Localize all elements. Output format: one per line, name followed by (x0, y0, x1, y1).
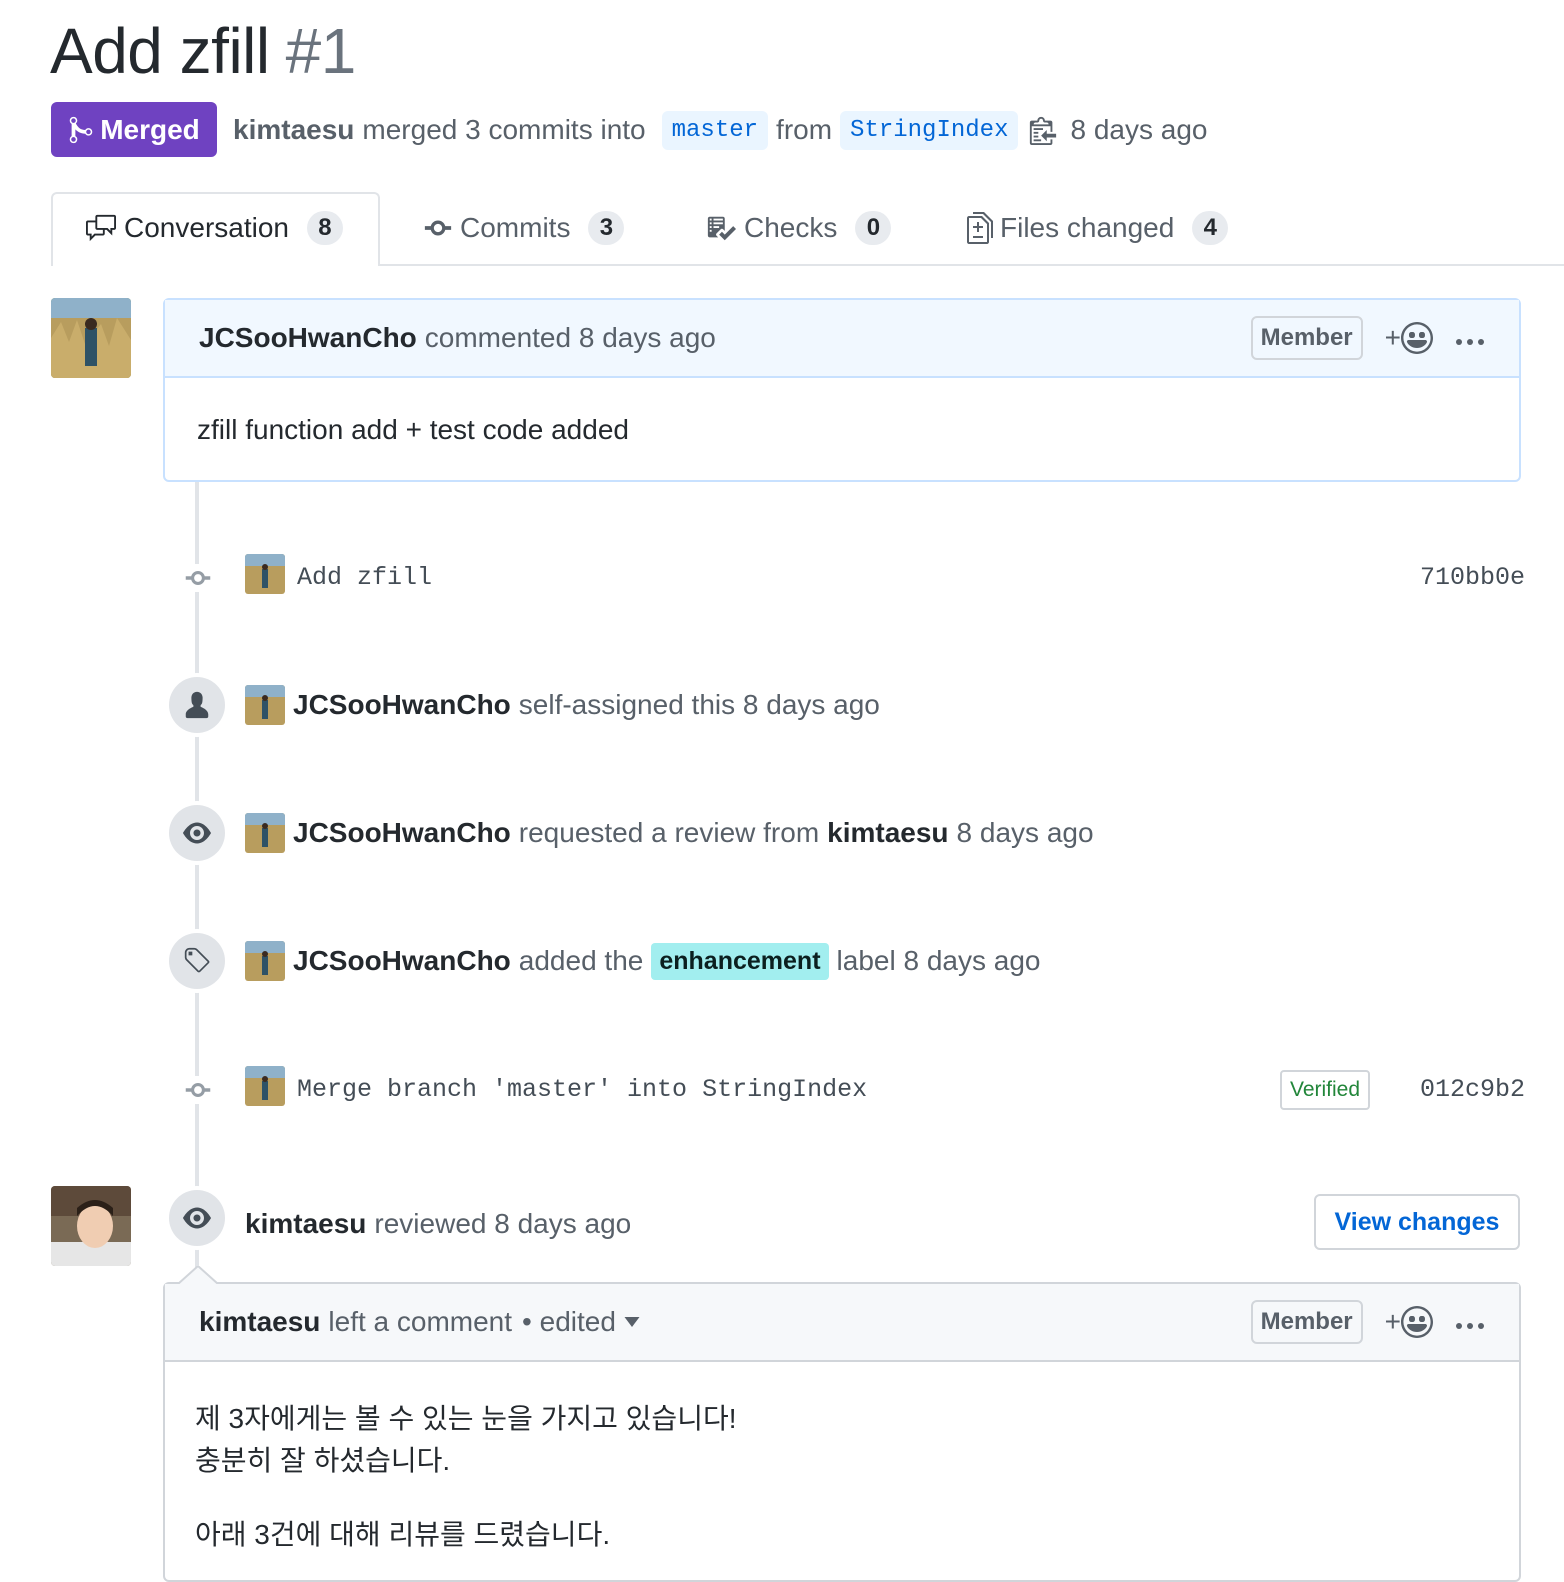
event-actor[interactable]: JCSooHwanCho (293, 689, 511, 721)
plus-sign: + (1384, 1306, 1401, 1337)
verified-badge[interactable]: Verified (1280, 1070, 1371, 1110)
assign-event: JCSooHwanCho self-assigned this 8 days a… (293, 686, 880, 724)
avatar-jcsoohwancho[interactable] (245, 1066, 285, 1106)
member-badge: Member (1250, 1300, 1363, 1344)
tab-commits-label: Commits (460, 212, 571, 243)
review-comment: kimtaesu left a comment • edited Member … (163, 1282, 1521, 1582)
plus-sign: + (1384, 322, 1401, 353)
body-line: 제 3자에게는 볼 수 있는 눈을 가지고 있습니다! (195, 1403, 737, 1434)
review-request-event: JCSooHwanCho requested a review from kim… (293, 814, 1094, 852)
page-title: Add zfill #1 (50, 14, 356, 88)
label-enhancement[interactable]: enhancement (651, 942, 829, 980)
event-actor[interactable]: JCSooHwanCho (293, 945, 511, 977)
tab-files-label: Files changed (1000, 212, 1175, 243)
avatar-jcsoohwancho[interactable] (51, 298, 131, 378)
commit-message-link[interactable]: Add zfill (297, 563, 432, 592)
event-time: 8 days ago (956, 817, 1094, 848)
tag-icon (169, 933, 225, 989)
base-branch[interactable]: master (661, 110, 769, 150)
git-commit-icon (184, 564, 212, 592)
avatar-jcsoohwancho[interactable] (245, 941, 285, 981)
member-badge: Member (1250, 316, 1363, 360)
tab-conversation-count: 8 (306, 211, 343, 245)
comment-author[interactable]: JCSooHwanCho (199, 322, 417, 354)
comment-action: commented 8 days ago (424, 322, 716, 353)
comment-header: kimtaesu left a comment • edited Member … (165, 1284, 1519, 1362)
event-text: added the (518, 945, 644, 976)
review-event: kimtaesu reviewed 8 days ago (245, 1205, 631, 1243)
git-merge-icon (69, 116, 93, 143)
person-icon (169, 677, 225, 733)
kebab-horizontal-icon[interactable] (1455, 1306, 1485, 1338)
head-branch[interactable]: StringIndex (840, 110, 1019, 150)
event-actor[interactable]: JCSooHwanCho (293, 817, 511, 849)
kebab-horizontal-icon[interactable] (1455, 322, 1485, 354)
tab-commits[interactable]: Commits 3 (422, 192, 625, 264)
smiley-icon (1401, 322, 1433, 354)
body-line: 충분히 잘 하셨습니다. (195, 1445, 451, 1476)
comment-body: 제 3자에게는 볼 수 있는 눈을 가지고 있습니다! 충분히 잘 하셨습니다.… (165, 1362, 1519, 1556)
body-line: 아래 3건에 대해 리뷰를 드렸습니다. (195, 1519, 611, 1550)
edited-dropdown[interactable]: • edited (522, 1306, 616, 1338)
avatar-kimtaesu[interactable] (51, 1186, 131, 1266)
comment-header: JCSooHwanCho commented 8 days ago Member… (165, 300, 1519, 378)
commit-sha-link[interactable]: 710bb0e (1420, 563, 1525, 592)
merge-author-link[interactable]: kimtaesu (233, 114, 354, 146)
pr-meta: kimtaesu merged 3 commits into master fr… (233, 104, 1207, 156)
pr-number: #1 (285, 15, 357, 87)
merge-text: merged 3 commits into (362, 114, 646, 145)
smiley-icon (1401, 1306, 1433, 1338)
event-text: requested a review from (518, 817, 820, 848)
comment-body: zfill function add + test code added (197, 414, 629, 445)
tab-files-changed[interactable]: Files changed 4 (966, 192, 1229, 264)
git-commit-icon (184, 1076, 212, 1104)
add-reaction-button[interactable]: + (1385, 322, 1433, 354)
tab-commits-count: 3 (588, 211, 625, 245)
eye-icon (169, 805, 225, 861)
tab-checks-label: Checks (744, 212, 838, 243)
tab-conversation[interactable]: Conversation 8 (84, 192, 343, 264)
merged-state-badge: Merged (51, 102, 217, 157)
event-reviewer[interactable]: kimtaesu (827, 817, 948, 849)
file-diff-icon (967, 212, 993, 244)
triangle-down-icon[interactable] (624, 1317, 640, 1327)
commit-sha-link[interactable]: 012c9b2 (1420, 1075, 1525, 1104)
commit-message-link[interactable]: Merge branch 'master' into StringIndex (297, 1075, 867, 1104)
view-changes-button[interactable]: View changes (1314, 1194, 1520, 1250)
event-text: reviewed 8 days ago (374, 1208, 632, 1239)
clippy-copy-icon[interactable] (1028, 115, 1058, 145)
tab-checks-count: 0 (855, 211, 892, 245)
avatar-jcsoohwancho[interactable] (245, 685, 285, 725)
event-text-after: label 8 days ago (836, 945, 1041, 976)
tab-files-count: 4 (1192, 211, 1229, 245)
comment-discussion-icon (86, 214, 116, 242)
checklist-icon (707, 216, 736, 241)
event-actor[interactable]: kimtaesu (245, 1208, 366, 1240)
first-comment: JCSooHwanCho commented 8 days ago Member… (163, 298, 1521, 482)
add-reaction-button[interactable]: + (1385, 1306, 1433, 1338)
comment-caret (178, 1266, 218, 1284)
git-commit-icon (424, 220, 452, 236)
avatar-jcsoohwancho[interactable] (245, 813, 285, 853)
tab-checks[interactable]: Checks 0 (704, 192, 892, 264)
label-event: JCSooHwanCho added the enhancement label… (293, 941, 1040, 981)
pr-title-text: Add zfill (50, 15, 270, 87)
avatar-jcsoohwancho[interactable] (245, 554, 285, 594)
state-label: Merged (100, 113, 200, 145)
from-text: from (776, 114, 833, 145)
event-text: self-assigned this 8 days ago (518, 689, 880, 720)
merge-time: 8 days ago (1070, 114, 1208, 145)
comment-author[interactable]: kimtaesu (199, 1306, 320, 1338)
comment-action: left a comment (328, 1306, 513, 1337)
eye-icon (169, 1190, 225, 1246)
tab-conversation-label: Conversation (124, 212, 289, 243)
